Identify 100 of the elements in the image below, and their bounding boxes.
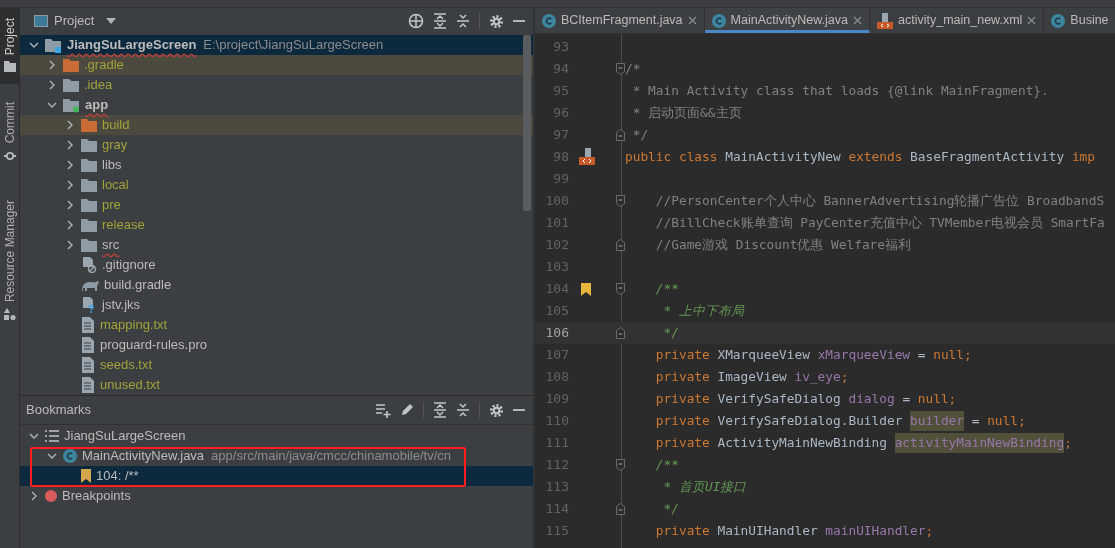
tree-item-label[interactable]: libs xyxy=(102,155,122,175)
code-line: private VerifySafeDialog.Builder builder = null; xyxy=(654,411,1026,431)
close-icon[interactable] xyxy=(853,16,862,25)
tree-item-label[interactable]: seeds.txt xyxy=(100,355,153,375)
tree-item-label[interactable]: Breakpoints xyxy=(62,486,131,506)
text-file-icon xyxy=(81,357,95,373)
tree-item-label[interactable]: .idea xyxy=(84,75,113,95)
tree-item-label[interactable]: 104: /** xyxy=(96,466,139,486)
fold-marker-icon[interactable] xyxy=(615,63,625,75)
line-number: 106 xyxy=(544,324,569,343)
breakpoint-icon xyxy=(45,490,57,502)
expand-all-icon[interactable] xyxy=(433,13,447,29)
tree-item-label[interactable]: MainActivityNew.java xyxy=(82,446,205,466)
folder-icon xyxy=(3,61,16,73)
tree-item-label[interactable]: JiangSuLargeScreen xyxy=(64,426,186,446)
tree-row-highlight[interactable]: JiangSuLargeScreen E:\project\JiangSuLargeScreen xyxy=(20,35,533,55)
path-text: app/src/main/java/cmcc/chinamobile/tv/cn xyxy=(211,447,451,466)
line-number: 96 xyxy=(552,104,569,123)
code-line: /* xyxy=(625,60,641,79)
close-icon[interactable] xyxy=(687,16,697,25)
tool-window-tab[interactable]: Project xyxy=(0,8,19,85)
line-number: 112 xyxy=(544,456,569,475)
fold-marker-icon[interactable] xyxy=(615,129,625,141)
bookmark-icon[interactable] xyxy=(581,282,591,296)
tree-item-label[interactable]: src xyxy=(102,235,120,255)
tree-item-label[interactable]: gray xyxy=(102,135,128,155)
line-number: 109 xyxy=(544,390,569,409)
collapse-all-icon[interactable] xyxy=(456,402,470,418)
code-line: private ImageView iv_eye; xyxy=(654,368,849,387)
tool-window-tab[interactable]: Resource Manager xyxy=(0,191,19,328)
folder-icon xyxy=(81,158,97,172)
locate-icon[interactable] xyxy=(408,13,424,29)
editor-tab[interactable]: Busine xyxy=(1044,8,1115,33)
tree-item-label[interactable]: JiangSuLargeScreen xyxy=(67,35,197,55)
code-line: //PersonCenter个人中心 BannerAdvertising轮播广告位 BroadbandS xyxy=(654,192,1105,211)
line-number: 115 xyxy=(544,522,569,541)
line-number: 101 xyxy=(544,214,569,233)
line-number: 100 xyxy=(544,192,569,211)
tree-row-highlight[interactable]: build xyxy=(20,115,533,135)
fold-marker-icon[interactable] xyxy=(615,503,625,515)
code-line: * Main Activity class that loads {@link MainFragment}. xyxy=(631,82,1049,101)
class-icon xyxy=(63,449,77,463)
scrollbar-thumb[interactable] xyxy=(523,35,531,211)
tree-item-label[interactable]: jstv.jks xyxy=(102,295,141,315)
panel-title: Bookmarks xyxy=(26,401,92,420)
expand-all-icon[interactable] xyxy=(433,402,447,418)
tree-item-label[interactable]: app xyxy=(85,95,109,115)
tree-item-label[interactable]: proguard-rules.pro xyxy=(100,335,207,355)
shapes-icon xyxy=(3,307,16,320)
tree-item-label[interactable]: release xyxy=(102,215,145,235)
tree-row-highlight[interactable]: .gradle xyxy=(20,55,533,75)
implements-marker-icon[interactable] xyxy=(578,148,596,166)
folder-icon xyxy=(63,78,79,92)
tree-item-label[interactable]: local xyxy=(102,175,129,195)
folder-icon xyxy=(81,238,97,252)
fold-marker-icon[interactable] xyxy=(615,283,625,295)
code-line: /** xyxy=(654,280,679,299)
tree-item-label[interactable]: build xyxy=(102,115,130,135)
tree-row-highlight[interactable]: 104: /** xyxy=(20,466,533,486)
line-number: 97 xyxy=(552,126,569,145)
layout-file-icon xyxy=(877,12,893,29)
line-number: 105 xyxy=(544,302,569,321)
line-number: 103 xyxy=(544,258,569,277)
fold-marker-icon[interactable] xyxy=(615,327,625,339)
line-number: 111 xyxy=(544,434,569,453)
pencil-icon[interactable] xyxy=(400,403,414,417)
tree-item-label[interactable]: build.gradle xyxy=(104,275,172,295)
close-icon[interactable] xyxy=(1027,16,1037,25)
tree-item-label[interactable]: unused.txt xyxy=(100,375,160,395)
line-number: 107 xyxy=(544,346,569,365)
tree-item-label[interactable]: .gitignore xyxy=(102,255,156,275)
tool-window-tab[interactable]: Commit xyxy=(0,94,19,170)
fold-marker-icon[interactable] xyxy=(615,239,625,251)
code-line: /** xyxy=(654,456,679,475)
line-number: 102 xyxy=(544,236,569,255)
folder-icon xyxy=(63,58,79,72)
editor-tab[interactable]: BCItemFragment.java xyxy=(535,8,705,33)
line-number: 108 xyxy=(544,368,569,387)
code-line: * 首页UI接口 xyxy=(662,478,747,497)
line-number: 93 xyxy=(552,38,569,57)
dropdown-caret-icon[interactable] xyxy=(106,18,117,24)
editor-tab[interactable]: MainActivityNew.java xyxy=(704,8,870,33)
add-to-list-icon[interactable] xyxy=(375,402,391,418)
folder-icon xyxy=(81,198,97,212)
settings-icon[interactable] xyxy=(489,402,504,418)
tree-item-label[interactable]: mapping.txt xyxy=(100,315,168,335)
editor-tab[interactable]: activity_main_new.xml xyxy=(870,8,1045,33)
fold-marker-icon[interactable] xyxy=(615,459,625,471)
settings-icon[interactable] xyxy=(489,13,504,29)
text-file-icon xyxy=(81,377,95,393)
code-line: private XMarqueeView xMarqueeView = null; xyxy=(654,346,972,365)
collapse-all-icon[interactable] xyxy=(456,13,470,29)
panel-title[interactable]: Project xyxy=(54,11,95,31)
fold-marker-icon[interactable] xyxy=(615,195,625,207)
tree-item-label[interactable]: pre xyxy=(102,195,121,215)
tree-item-label[interactable]: .gradle xyxy=(84,55,124,75)
bookmark-icon xyxy=(81,469,91,483)
code-line: */ xyxy=(662,324,679,343)
class-icon xyxy=(711,13,726,28)
module-folder-icon xyxy=(63,97,80,113)
